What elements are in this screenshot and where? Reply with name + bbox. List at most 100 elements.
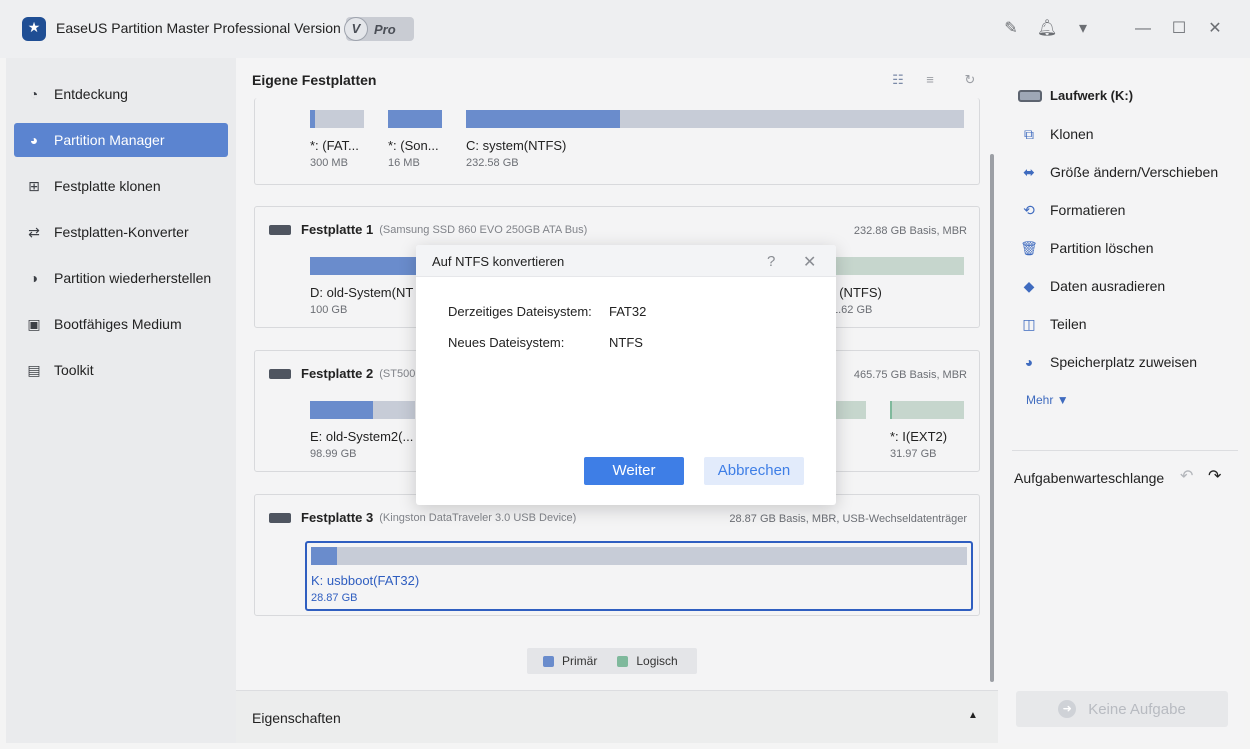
undo-icon[interactable]: ↶ xyxy=(1180,466,1193,486)
pie-chart-icon: ◕ xyxy=(29,132,39,148)
bootable-media-icon: ▣ xyxy=(27,316,41,332)
format-icon: ⟲ xyxy=(1023,202,1035,218)
disk-info: 28.87 GB Basis, MBR, USB-Wechseldatenträ… xyxy=(729,513,967,525)
partition-used-fill xyxy=(890,401,893,419)
action-delete-partition[interactable]: 🗑︎ Partition löschen xyxy=(1020,239,1153,257)
properties-title: Eigenschaften xyxy=(252,710,341,726)
partition-name: *: (Son... xyxy=(388,138,439,153)
disk-card-3: Festplatte 3 (Kingston DataTraveler 3.0 … xyxy=(254,494,980,616)
task-queue-label: Aufgabenwarteschlange xyxy=(1014,470,1165,486)
compass-icon: ◔ xyxy=(29,86,39,102)
action-resize-move[interactable]: ⬌ Größe ändern/Verschieben xyxy=(1020,163,1218,181)
sidebar-item-bootfaehiges-medium[interactable]: ▣ Bootfähiges Medium xyxy=(14,307,228,341)
cancel-button[interactable]: Abbrechen xyxy=(704,457,804,485)
action-split[interactable]: ◫ Teilen xyxy=(1020,315,1086,333)
drive-icon xyxy=(1018,89,1042,102)
partition-size: 98.99 GB xyxy=(310,448,357,460)
dialog-close-icon[interactable]: ✕ xyxy=(803,252,816,272)
arrow-right-icon: ➜ xyxy=(1058,700,1077,718)
title-bar: EaseUS Partition Master Professional Ver… xyxy=(0,0,1250,58)
feedback-icon[interactable]: ✎ xyxy=(1000,18,1022,40)
partition-name: *: (FAT... xyxy=(310,138,359,153)
partition-item[interactable]: *: (Son... 16 MB xyxy=(388,110,442,169)
toolbox-icon: ▤ xyxy=(27,362,41,378)
resize-icon: ⬌ xyxy=(1023,164,1035,180)
allocate-space-icon: ◕ xyxy=(1024,354,1034,370)
disk-header: Festplatte 3 (Kingston DataTraveler 3.0 … xyxy=(269,510,576,525)
action-format[interactable]: ⟲ Formatieren xyxy=(1020,201,1125,219)
sidebar-item-partition-manager[interactable]: ◕ Partition Manager xyxy=(14,123,228,157)
sidebar-item-partition-wiederherstellen[interactable]: ◑ Partition wiederherstellen xyxy=(14,261,228,295)
partition-item[interactable]: *: I(EXT2) 31.97 GB xyxy=(890,401,964,460)
minimize-icon[interactable]: — xyxy=(1132,18,1154,40)
action-klonen[interactable]: ⧉ Klonen xyxy=(1020,125,1094,143)
current-filesystem-label: Derzeitiges Dateisystem: xyxy=(448,304,592,319)
partition-item[interactable]: E: old-System2(... 98.99 GB xyxy=(310,401,415,460)
partition-used-fill xyxy=(388,110,442,128)
partition-size: 31.97 GB xyxy=(890,448,937,460)
sidebar-item-label: Partition Manager xyxy=(54,132,165,148)
partition-size: 1.62 GB xyxy=(832,304,873,316)
app-logo-icon xyxy=(22,17,46,41)
partition-item[interactable]: *: (FAT... 300 MB xyxy=(310,110,364,169)
disk-name: Festplatte 2 xyxy=(301,366,374,381)
hard-disk-icon xyxy=(269,368,291,379)
eraser-icon: ◆ xyxy=(1023,278,1035,294)
partition-name: *: I(EXT2) xyxy=(890,429,948,444)
help-icon[interactable]: ? xyxy=(767,253,775,270)
action-label: Formatieren xyxy=(1050,202,1126,218)
partition-bar xyxy=(832,401,866,419)
more-button[interactable]: Mehr ▼ xyxy=(1026,393,1069,407)
app-title: EaseUS Partition Master Professional Ver… xyxy=(56,20,341,36)
sidebar-item-festplatten-konverter[interactable]: ⇄ Festplatten-Konverter xyxy=(14,215,228,249)
drive-label: Laufwerk (K:) xyxy=(1050,88,1134,103)
scrollbar[interactable] xyxy=(990,154,994,682)
clone-icon: ⧉ xyxy=(1024,126,1034,142)
grid-view-icon[interactable]: ☷ xyxy=(890,72,906,88)
sidebar-item-toolkit[interactable]: ▤ Toolkit xyxy=(14,353,228,387)
partition-size: 300 MB xyxy=(310,157,348,169)
partition-bar xyxy=(890,401,964,419)
partition-size: 232.58 GB xyxy=(466,157,519,169)
dropdown-menu-icon[interactable]: ▾ xyxy=(1072,18,1094,40)
action-panel: Laufwerk (K:) ⧉ Klonen ⬌ Größe ändern/Ve… xyxy=(998,58,1244,743)
sidebar-item-label: Entdeckung xyxy=(54,86,128,102)
expand-arrow-icon[interactable]: ▲ xyxy=(968,710,978,721)
partition-bar xyxy=(832,257,964,275)
disk-card-0: *: (FAT... 300 MB *: (Son... 16 MB C: sy… xyxy=(254,98,980,185)
partition-size: 28.87 GB xyxy=(311,592,358,604)
sidebar-item-entdeckung[interactable]: ◔ Entdeckung xyxy=(14,77,228,111)
clone-disk-icon: ⊞ xyxy=(28,178,40,194)
redo-icon[interactable]: ↷ xyxy=(1208,466,1221,486)
selected-partition-item[interactable]: K: usbboot(FAT32) 28.87 GB xyxy=(305,541,973,611)
primary-swatch xyxy=(543,655,554,667)
maximize-icon[interactable]: ☐ xyxy=(1168,18,1190,40)
sidebar-item-label: Bootfähiges Medium xyxy=(54,316,182,332)
convert-disk-icon: ⇄ xyxy=(28,224,40,240)
properties-bar[interactable]: Eigenschaften ▲ xyxy=(236,690,998,743)
notification-bell-icon[interactable]: 🔔︎ xyxy=(1036,18,1058,40)
current-filesystem-row: Derzeitiges Dateisystem: FAT32 xyxy=(448,304,646,319)
continue-button[interactable]: Weiter xyxy=(584,457,684,485)
disk-info: 465.75 GB Basis, MBR xyxy=(853,369,967,381)
hard-disk-icon xyxy=(269,224,291,235)
partition-name: K: usbboot(FAT32) xyxy=(311,573,420,588)
partition-item[interactable]: : (NTFS) 1.62 GB xyxy=(832,257,964,316)
action-label: Speicherplatz zuweisen xyxy=(1050,354,1198,370)
split-icon: ◫ xyxy=(1022,316,1036,332)
dialog-header: Auf NTFS konvertieren ? ✕ xyxy=(416,245,836,277)
list-view-icon[interactable]: ≡ xyxy=(922,72,938,88)
disk-name: Festplatte 3 xyxy=(301,510,374,525)
partition-item[interactable]: C: system(NTFS) 232.58 GB xyxy=(466,110,964,169)
partition-item[interactable] xyxy=(832,401,866,429)
action-label: Daten ausradieren xyxy=(1050,278,1166,294)
action-wipe-data[interactable]: ◆ Daten ausradieren xyxy=(1020,277,1166,295)
sidebar-item-label: Festplatte klonen xyxy=(54,178,161,194)
action-allocate-space[interactable]: ◕ Speicherplatz zuweisen xyxy=(1020,353,1197,371)
close-icon[interactable]: ✕ xyxy=(1204,18,1226,40)
dialog-title: Auf NTFS konvertieren xyxy=(432,254,565,269)
refresh-icon[interactable]: ↻ xyxy=(962,72,978,88)
execute-tasks-button[interactable]: ➜ Keine Aufgabe xyxy=(1016,691,1228,727)
current-filesystem-value: FAT32 xyxy=(609,304,647,319)
sidebar-item-festplatte-klonen[interactable]: ⊞ Festplatte klonen xyxy=(14,169,228,203)
